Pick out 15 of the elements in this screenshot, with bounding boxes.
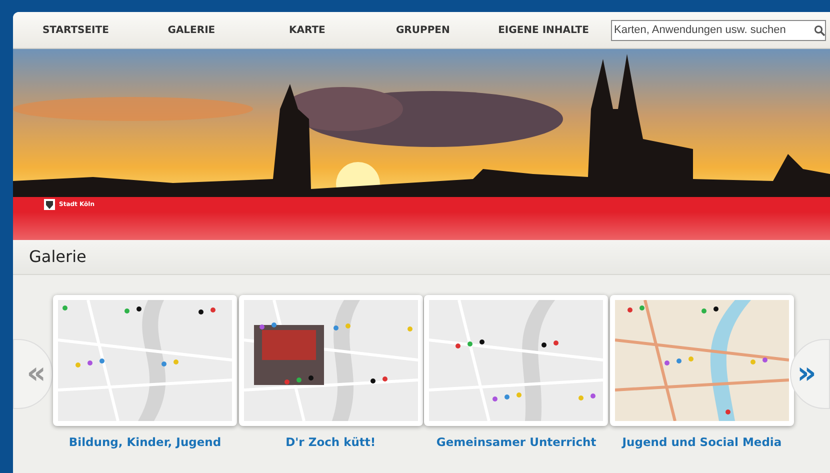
search-icon[interactable]: [814, 24, 825, 36]
thumbnail-title-link[interactable]: D'r Zoch kütt!: [286, 434, 376, 452]
thumbnail-title-link[interactable]: Bildung, Kinder, Jugend: [68, 434, 222, 452]
search-field[interactable]: Karten, Anwendungen usw. suchen: [611, 20, 826, 40]
thumbnail-title-link[interactable]: Jugend und Social Media: [622, 434, 782, 452]
section-title: Galerie: [29, 246, 86, 268]
nav-link[interactable]: STARTSEITE: [13, 22, 138, 38]
nav-link[interactable]: KARTE: [244, 22, 370, 38]
next-button[interactable]: »: [790, 338, 830, 408]
coat-of-arms-icon: [44, 199, 55, 210]
thumbnail-title-link[interactable]: Gemeinsamer Unterricht: [436, 434, 596, 452]
nav-link[interactable]: GALERIE: [138, 22, 244, 38]
nav-link[interactable]: EIGENE INHALTE: [476, 22, 611, 38]
previous-button[interactable]: «: [13, 338, 53, 408]
nav-link[interactable]: GRUPPEN: [370, 22, 476, 38]
